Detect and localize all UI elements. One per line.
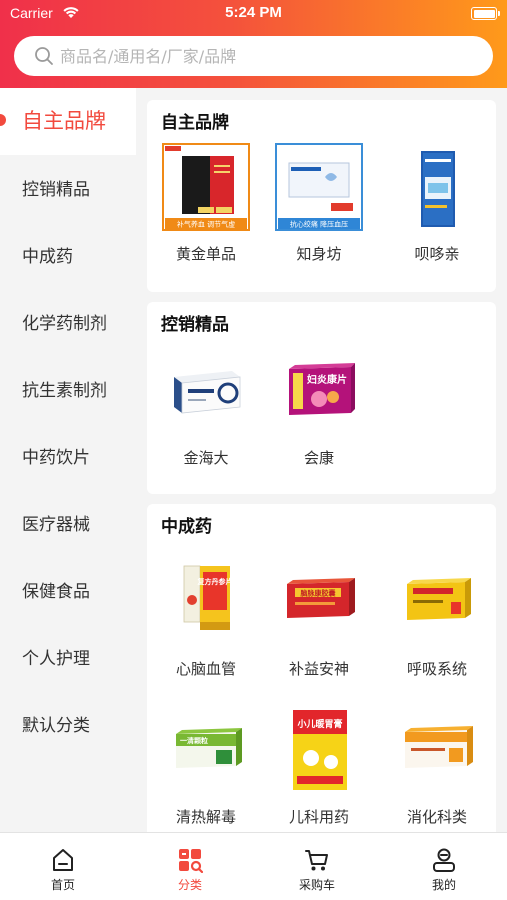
red-orange-box-product-image: 脑脉康胶囊 bbox=[287, 578, 355, 618]
product-tile[interactable]: 抗心绞痛 降压血压 知身坊 bbox=[264, 143, 374, 293]
tab-label: 分类 bbox=[177, 878, 202, 892]
svg-text:补气养血 调节气虚: 补气养血 调节气虚 bbox=[177, 220, 235, 229]
product-tile[interactable]: 呗哆亲 bbox=[382, 143, 492, 293]
battery-icon bbox=[471, 7, 500, 20]
sidebar-item-chinese-patent[interactable]: 中成药 bbox=[0, 222, 136, 289]
sidebar-item-label: 医疗器械 bbox=[22, 515, 90, 535]
search-icon bbox=[34, 46, 54, 70]
product-tile[interactable]: 妇炎康片 会康 bbox=[264, 347, 374, 497]
product-tile[interactable]: 消化科类 bbox=[382, 706, 492, 832]
sidebar-item-health-food[interactable]: 保健食品 bbox=[0, 557, 136, 624]
svg-text:复方丹参片: 复方丹参片 bbox=[197, 577, 233, 586]
product-name: 金海大 bbox=[183, 449, 229, 467]
product-name: 消化科类 bbox=[406, 808, 467, 826]
svg-text:一清颗粒: 一清颗粒 bbox=[180, 736, 208, 745]
sidebar-item-antibiotics[interactable]: 抗生素制剂 bbox=[0, 356, 136, 423]
sidebar-item-controlled[interactable]: 控销精品 bbox=[0, 155, 136, 222]
svg-text:小儿暖胃膏: 小儿暖胃膏 bbox=[296, 718, 342, 730]
tab-cart[interactable]: 采购车 bbox=[254, 833, 380, 900]
product-name: 呼吸系统 bbox=[406, 660, 467, 678]
red-box-product-image: 补气养血 调节气虚 bbox=[162, 143, 250, 231]
bottom-tab-bar: 首页 分类 采购车 我的 bbox=[0, 832, 507, 900]
svg-text:脑脉康胶囊: 脑脉康胶囊 bbox=[301, 589, 337, 598]
purple-box-product-image: 妇炎康片 bbox=[289, 363, 355, 415]
tab-label: 采购车 bbox=[298, 878, 335, 892]
tab-label: 我的 bbox=[431, 878, 456, 892]
sidebar-item-label: 化学药制剂 bbox=[22, 314, 107, 334]
product-name: 知身坊 bbox=[296, 245, 342, 263]
category-sidebar: 自主品牌 控销精品 中成药 化学药制剂 抗生素制剂 中药饮片 医疗器械 保健食品… bbox=[0, 88, 136, 832]
product-tile[interactable]: 金海大 bbox=[151, 347, 261, 497]
sidebar-item-label: 控销精品 bbox=[22, 180, 90, 200]
orange-white-box-product-image bbox=[405, 726, 473, 768]
product-name: 补益安神 bbox=[288, 660, 349, 678]
product-name: 黄金单品 bbox=[175, 245, 236, 263]
product-tile[interactable]: 脑脉康胶囊 补益安神 bbox=[264, 558, 374, 708]
section-card-chinese-patent: 中成药 复方丹参片 心脑血管 脑脉康胶囊 补益安神 呼吸系统 一清颗粒 清热解毒… bbox=[147, 504, 496, 832]
sidebar-item-label: 中药饮片 bbox=[22, 448, 90, 468]
product-tile[interactable]: 复方丹参片 心脑血管 bbox=[151, 558, 261, 708]
status-bar: Carrier 5:24 PM bbox=[0, 0, 507, 28]
svg-text:妇炎康片: 妇炎康片 bbox=[306, 373, 347, 386]
sidebar-item-label: 默认分类 bbox=[22, 716, 90, 736]
section-card-controlled: 控销精品 金海大 妇炎康片 会康 bbox=[147, 302, 496, 494]
sidebar-item-label: 中成药 bbox=[22, 247, 73, 267]
yellow-box-product-image: 复方丹参片 bbox=[183, 565, 233, 630]
header: Carrier 5:24 PM bbox=[0, 0, 507, 88]
search-input[interactable] bbox=[60, 36, 480, 76]
sidebar-item-herbal-slices[interactable]: 中药饮片 bbox=[0, 423, 136, 490]
tab-category[interactable]: 分类 bbox=[127, 833, 253, 900]
kids-box-product-image: 小儿暖胃膏 bbox=[293, 710, 347, 790]
section-card-brand: 自主品牌 补气养血 调节气虚 黄金单品 抗心绞痛 降压血压 知身坊 呗哆亲 bbox=[147, 100, 496, 292]
product-name: 心脑血管 bbox=[175, 660, 236, 678]
tab-label: 首页 bbox=[50, 878, 75, 892]
search-bar[interactable] bbox=[14, 36, 493, 76]
product-name: 会康 bbox=[303, 449, 334, 467]
category-content: 自主品牌 补气养血 调节气虚 黄金单品 抗心绞痛 降压血压 知身坊 呗哆亲 控销… bbox=[136, 88, 507, 832]
sidebar-item-label: 抗生素制剂 bbox=[22, 381, 107, 401]
status-time: 5:24 PM bbox=[225, 4, 282, 21]
tab-home[interactable]: 首页 bbox=[0, 833, 126, 900]
home-icon bbox=[53, 849, 73, 871]
svg-text:抗心绞痛 降压血压: 抗心绞痛 降压血压 bbox=[290, 220, 348, 229]
section-title: 控销精品 bbox=[161, 315, 229, 335]
sidebar-item-personal-care[interactable]: 个人护理 bbox=[0, 624, 136, 691]
product-tile[interactable]: 小儿暖胃膏 儿科用药 bbox=[264, 706, 374, 832]
category-icon bbox=[179, 849, 203, 873]
green-box-product-image: 一清颗粒 bbox=[176, 728, 242, 768]
sidebar-item-chemical[interactable]: 化学药制剂 bbox=[0, 289, 136, 356]
section-title: 自主品牌 bbox=[161, 113, 229, 133]
sidebar-item-label: 个人护理 bbox=[22, 649, 90, 669]
active-indicator bbox=[0, 114, 6, 126]
fever-patch-product-image bbox=[421, 151, 455, 227]
yellow-red-box-product-image bbox=[407, 578, 471, 620]
sidebar-item-label: 保健食品 bbox=[22, 582, 90, 602]
product-name: 清热解毒 bbox=[175, 808, 236, 826]
section-title: 中成药 bbox=[161, 517, 212, 537]
product-name: 儿科用药 bbox=[288, 808, 349, 826]
cart-icon bbox=[305, 850, 328, 871]
tab-profile[interactable]: 我的 bbox=[381, 833, 507, 900]
sidebar-item-default[interactable]: 默认分类 bbox=[0, 691, 136, 758]
sidebar-item-brand[interactable]: 自主品牌 bbox=[0, 88, 136, 155]
product-tile[interactable]: 一清颗粒 清热解毒 bbox=[151, 706, 261, 832]
sidebar-item-label: 自主品牌 bbox=[22, 109, 106, 133]
profile-icon bbox=[433, 848, 455, 872]
product-name: 呗哆亲 bbox=[414, 245, 460, 263]
blue-box-product-image: 抗心绞痛 降压血压 bbox=[275, 143, 363, 231]
white-blue-box-product-image bbox=[174, 371, 241, 414]
sidebar-item-medical-devices[interactable]: 医疗器械 bbox=[0, 490, 136, 557]
product-tile[interactable]: 呼吸系统 bbox=[382, 558, 492, 708]
product-tile[interactable]: 补气养血 调节气虚 黄金单品 bbox=[151, 143, 261, 293]
